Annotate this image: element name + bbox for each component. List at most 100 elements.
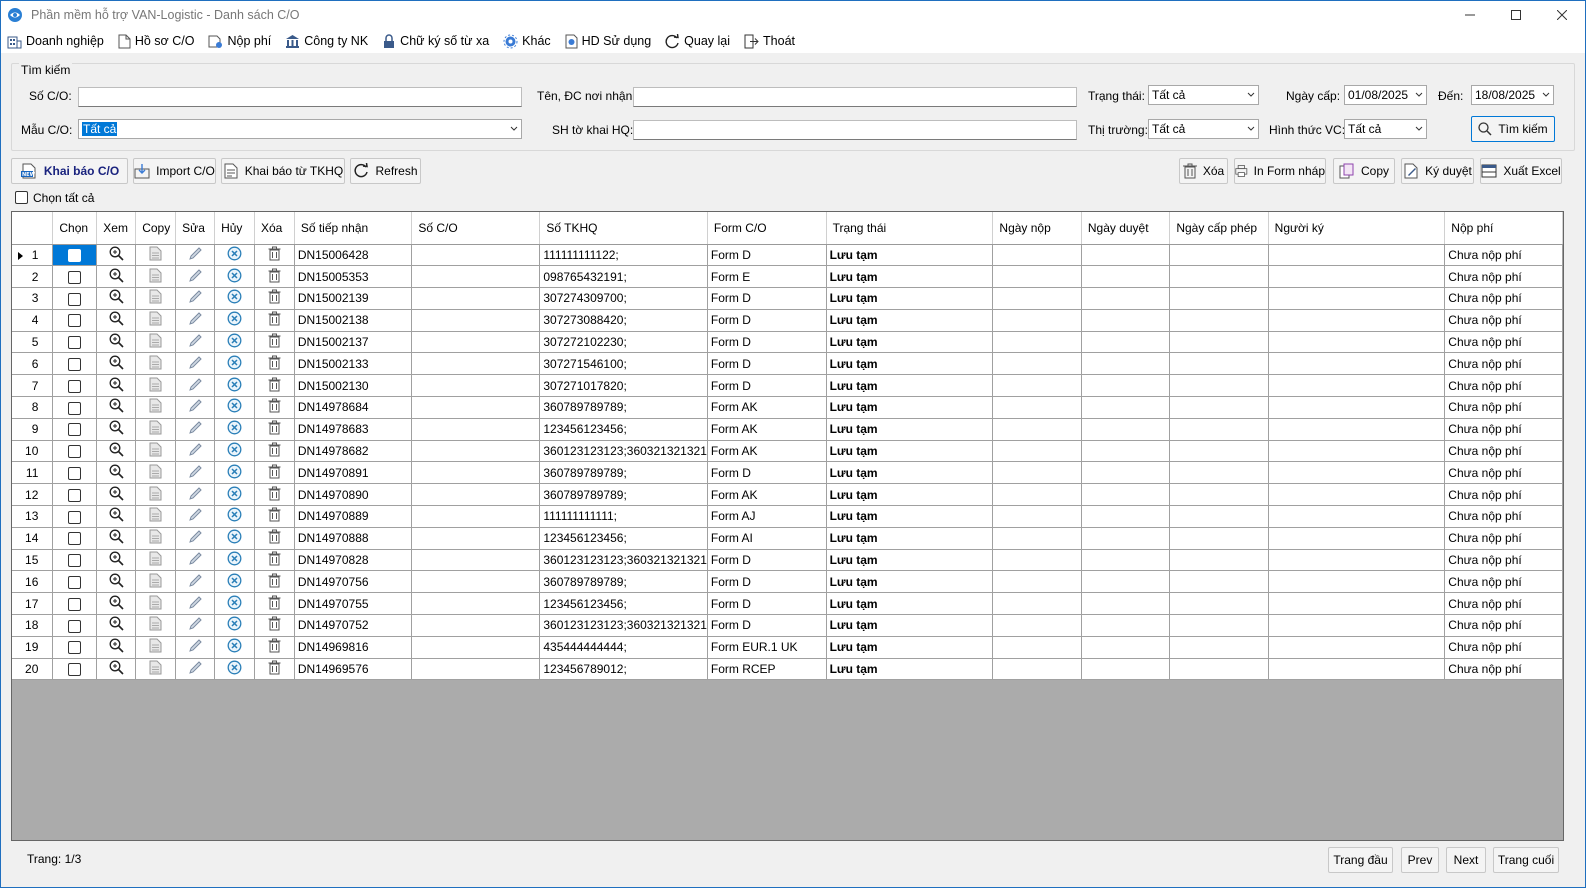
cell-copy[interactable]: [135, 570, 177, 594]
cell-huy[interactable]: [214, 396, 255, 419]
cell-xem[interactable]: [96, 658, 137, 681]
khai-bao-co-button[interactable]: NEW Khai báo C/O: [11, 158, 128, 184]
row-select-checkbox[interactable]: [68, 641, 82, 655]
table-row[interactable]: 17 DN14970755 123456123456; Form D Lưu tạm Ch…: [12, 592, 1563, 616]
ky-duyet-button[interactable]: Ký duyệt: [1401, 158, 1474, 184]
column-header-ngay-cap-phep[interactable]: Ngày cấp phép: [1169, 212, 1269, 245]
table-row[interactable]: 9 DN14978683 123456123456; Form AK Lưu tạm Ch…: [12, 418, 1563, 441]
menu-chu-ky-so[interactable]: Chữ ký số từ xa: [382, 33, 489, 49]
table-row[interactable]: 5 DN15002137 307272102230; Form D Lưu tạm Chư…: [12, 331, 1563, 354]
column-header-copy[interactable]: Copy: [135, 212, 177, 245]
cell-huy[interactable]: [214, 309, 255, 332]
row-select-checkbox[interactable]: [68, 576, 82, 590]
cell-xem[interactable]: [96, 418, 137, 441]
column-header-ngay-nop[interactable]: Ngày nộp: [992, 212, 1082, 245]
cell-xem[interactable]: [96, 309, 137, 332]
cell-xoa[interactable]: [254, 527, 295, 550]
cell-huy[interactable]: [214, 592, 255, 616]
cell-copy[interactable]: [135, 418, 177, 441]
column-header-so-tiep-nhan[interactable]: Số tiếp nhận: [294, 212, 413, 245]
cell-sua[interactable]: [175, 265, 216, 289]
cell-sua[interactable]: [175, 418, 216, 441]
cell-chon[interactable]: [52, 592, 98, 616]
cell-chon[interactable]: [52, 265, 98, 289]
column-header-xem[interactable]: Xem: [96, 212, 137, 245]
cell-chon[interactable]: [52, 244, 98, 267]
cell-sua[interactable]: [175, 461, 216, 485]
cell-chon[interactable]: [52, 636, 98, 659]
table-row[interactable]: 14 DN14970888 123456123456; Form AI Lưu tạm C…: [12, 527, 1563, 550]
table-row[interactable]: 7 DN15002130 307271017820; Form D Lưu tạm Chư…: [12, 374, 1563, 398]
cell-sua[interactable]: [175, 374, 216, 398]
cell-copy[interactable]: [135, 505, 177, 528]
cell-sua[interactable]: [175, 549, 216, 572]
cell-huy[interactable]: [214, 265, 255, 289]
cell-xem[interactable]: [96, 549, 137, 572]
xoa-button[interactable]: Xóa: [1179, 158, 1228, 184]
import-co-button[interactable]: Import C/O: [133, 158, 216, 184]
cell-huy[interactable]: [214, 440, 255, 463]
cell-chon[interactable]: [52, 505, 98, 528]
cell-xem[interactable]: [96, 396, 137, 419]
row-header[interactable]: 9: [12, 418, 54, 441]
cell-xem[interactable]: [96, 374, 137, 398]
column-header-chon[interactable]: Chọn: [52, 212, 98, 245]
row-select-checkbox[interactable]: [68, 510, 82, 524]
row-header[interactable]: 20: [12, 658, 54, 681]
cell-chon[interactable]: [52, 483, 98, 507]
row-header[interactable]: 16: [12, 570, 54, 594]
table-row[interactable]: 8 DN14978684 360789789789; Form AK Lưu tạm Ch…: [12, 396, 1563, 419]
cell-xem[interactable]: [96, 614, 137, 637]
mau-co-select[interactable]: Tất cả: [78, 119, 522, 139]
row-header[interactable]: 5: [12, 331, 54, 354]
cell-xoa[interactable]: [254, 331, 295, 354]
cell-xem[interactable]: [96, 570, 137, 594]
row-header[interactable]: 17: [12, 592, 54, 616]
table-row[interactable]: 13 DN14970889 111111111111; Form AJ Lưu tạm C…: [12, 505, 1563, 528]
cell-copy[interactable]: [135, 352, 177, 376]
row-header[interactable]: 19: [12, 636, 54, 659]
table-row[interactable]: 11 DN14970891 360789789789; Form D Lưu tạm Ch…: [12, 461, 1563, 485]
cell-huy[interactable]: [214, 352, 255, 376]
column-header-ngay-duyet[interactable]: Ngày duyệt: [1081, 212, 1171, 245]
xuat-excel-button[interactable]: Xuất Excel: [1480, 158, 1562, 184]
cell-huy[interactable]: [214, 505, 255, 528]
cell-xem[interactable]: [96, 527, 137, 550]
cell-huy[interactable]: [214, 549, 255, 572]
cell-xem[interactable]: [96, 592, 137, 616]
ngay-cap-from-picker[interactable]: 01/08/2025: [1344, 85, 1427, 105]
column-header-nop-phi[interactable]: Nộp phí: [1444, 212, 1563, 245]
cell-xoa[interactable]: [254, 287, 295, 310]
cell-huy[interactable]: [214, 287, 255, 310]
cell-xoa[interactable]: [254, 636, 295, 659]
row-header[interactable]: 3: [12, 287, 54, 310]
cell-copy[interactable]: [135, 592, 177, 616]
ngay-cap-to-picker[interactable]: 18/08/2025: [1471, 85, 1554, 105]
copy-button[interactable]: Copy: [1333, 158, 1395, 184]
cell-huy[interactable]: [214, 614, 255, 637]
row-select-checkbox[interactable]: [68, 249, 82, 263]
row-select-checkbox[interactable]: [68, 336, 82, 350]
menu-thoat[interactable]: Thoát: [744, 34, 795, 49]
cell-chon[interactable]: [52, 440, 98, 463]
cell-xoa[interactable]: [254, 352, 295, 376]
cell-sua[interactable]: [175, 658, 216, 681]
table-row[interactable]: 6 DN15002133 307271546100; Form D Lưu tạm Chư…: [12, 352, 1563, 376]
cell-huy[interactable]: [214, 527, 255, 550]
cell-sua[interactable]: [175, 244, 216, 267]
cell-xoa[interactable]: [254, 374, 295, 398]
cell-xem[interactable]: [96, 483, 137, 507]
cell-copy[interactable]: [135, 483, 177, 507]
chon-tat-ca-checkbox[interactable]: [15, 191, 28, 204]
cell-xoa[interactable]: [254, 592, 295, 616]
cell-xoa[interactable]: [254, 309, 295, 332]
cell-sua[interactable]: [175, 440, 216, 463]
khai-bao-tkhq-button[interactable]: Khai báo từ TKHQ: [221, 158, 345, 184]
menu-ho-so-co[interactable]: Hồ sơ C/O: [118, 34, 194, 49]
cell-xem[interactable]: [96, 636, 137, 659]
row-header[interactable]: 6: [12, 352, 54, 376]
row-select-checkbox[interactable]: [68, 358, 82, 372]
column-header-trang-thai[interactable]: Trạng thái: [826, 212, 994, 245]
table-row[interactable]: 18 DN14970752 360123123123;360321321321 For…: [12, 614, 1563, 637]
cell-chon[interactable]: [52, 396, 98, 419]
